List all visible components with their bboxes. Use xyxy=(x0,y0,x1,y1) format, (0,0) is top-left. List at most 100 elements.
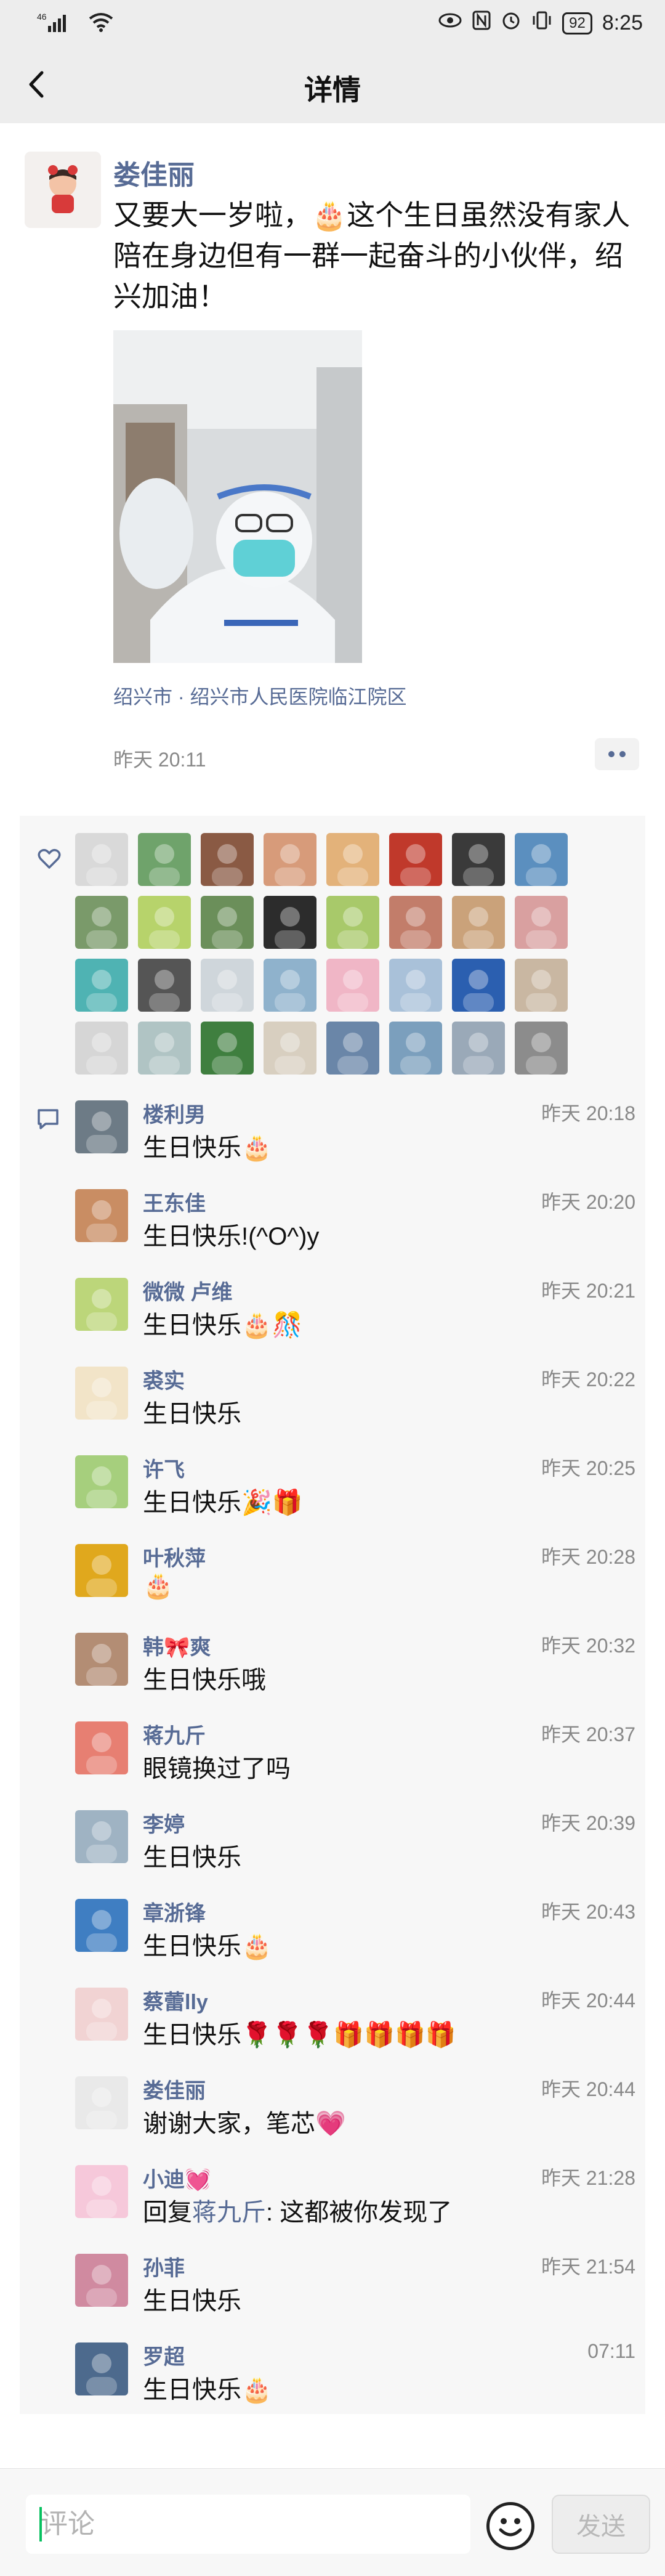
like-avatar[interactable] xyxy=(452,896,505,949)
like-avatar[interactable] xyxy=(515,833,568,886)
comment-item[interactable]: 罗超 07:11 生日快乐🎂 xyxy=(75,2335,635,2424)
comment-item[interactable]: 孙菲 昨天 21:54 生日快乐 xyxy=(75,2246,635,2335)
commenter-name[interactable]: 娄佳丽 xyxy=(143,2074,206,2104)
svg-text:46: 46 xyxy=(37,12,47,22)
like-avatar[interactable] xyxy=(389,1022,442,1075)
commenter-name[interactable]: 小迪💓 xyxy=(143,2163,211,2193)
commenter-name[interactable]: 韩🎀爽 xyxy=(143,1630,211,1660)
comment-item[interactable]: 裘实 昨天 20:22 生日快乐 xyxy=(75,1359,635,1448)
like-avatar[interactable] xyxy=(201,959,254,1012)
like-avatar[interactable] xyxy=(201,896,254,949)
like-avatar[interactable] xyxy=(75,1022,128,1075)
commenter-avatar[interactable] xyxy=(75,1810,128,1863)
comment-item[interactable]: 李婷 昨天 20:39 生日快乐 xyxy=(75,1803,635,1891)
commenter-avatar[interactable] xyxy=(75,2342,128,2395)
like-avatar[interactable] xyxy=(389,833,442,886)
comment-item[interactable]: 王东佳 昨天 20:20 生日快乐!(^O^)y xyxy=(75,1182,635,1270)
comment-item[interactable]: 楼利男 昨天 20:18 生日快乐🎂 xyxy=(75,1093,635,1182)
send-button[interactable]: 发送 xyxy=(552,2495,650,2554)
like-avatar[interactable] xyxy=(264,896,316,949)
comment-item[interactable]: 章浙锋 昨天 20:43 生日快乐🎂 xyxy=(75,1891,635,1980)
commenter-avatar[interactable] xyxy=(75,1633,128,1686)
like-avatar[interactable] xyxy=(201,833,254,886)
commenter-avatar[interactable] xyxy=(75,1189,128,1242)
commenter-name[interactable]: 楼利男 xyxy=(143,1098,206,1128)
signal-icon: 46 xyxy=(37,11,80,38)
commenter-avatar[interactable] xyxy=(75,1367,128,1420)
like-avatar[interactable] xyxy=(264,1022,316,1075)
comment-item[interactable]: 许飞 昨天 20:25 生日快乐🎉🎁 xyxy=(75,1448,635,1537)
comment-item[interactable]: 韩🎀爽 昨天 20:32 生日快乐哦 xyxy=(75,1625,635,1714)
like-avatar[interactable] xyxy=(515,1022,568,1075)
post-author-name[interactable]: 娄佳丽 xyxy=(113,153,195,192)
post-location[interactable]: 绍兴市 · 绍兴市人民医院临江院区 xyxy=(113,681,406,710)
comment-icon xyxy=(36,1107,60,1131)
commenter-avatar[interactable] xyxy=(75,1721,128,1774)
post-photo[interactable] xyxy=(113,330,362,663)
like-avatar[interactable] xyxy=(452,833,505,886)
commenter-name[interactable]: 蒋九斤 xyxy=(143,1719,206,1749)
commenter-avatar[interactable] xyxy=(75,2076,128,2129)
like-avatar[interactable] xyxy=(452,1022,505,1075)
like-avatar[interactable] xyxy=(326,896,379,949)
commenter-name[interactable]: 裘实 xyxy=(143,1364,185,1394)
commenter-name[interactable]: 许飞 xyxy=(143,1453,185,1483)
comment-item[interactable]: 微微 卢维 昨天 20:21 生日快乐🎂🎊 xyxy=(75,1270,635,1359)
like-avatar[interactable] xyxy=(452,959,505,1012)
comment-item[interactable]: 叶秋萍 昨天 20:28 🎂 xyxy=(75,1537,635,1625)
like-avatar[interactable] xyxy=(515,896,568,949)
alarm-icon xyxy=(501,10,522,36)
like-avatar[interactable] xyxy=(326,833,379,886)
commenter-avatar[interactable] xyxy=(75,2165,128,2218)
like-avatar[interactable] xyxy=(138,959,191,1012)
commenter-name[interactable]: 孙菲 xyxy=(143,2251,185,2281)
comment-list: 楼利男 昨天 20:18 生日快乐🎂 王东佳 昨天 20:20 生日快乐!(^O… xyxy=(75,1093,635,2424)
like-avatar[interactable] xyxy=(75,896,128,949)
comment-input[interactable] xyxy=(26,2495,470,2554)
comment-time: 昨天 20:21 xyxy=(541,1280,635,1302)
like-avatar[interactable] xyxy=(75,959,128,1012)
commenter-name[interactable]: 微微 卢维 xyxy=(143,1275,232,1306)
like-avatar[interactable] xyxy=(389,896,442,949)
comment-item[interactable]: 蒋九斤 昨天 20:37 眼镜换过了吗 xyxy=(75,1714,635,1803)
commenter-name[interactable]: 叶秋萍 xyxy=(143,1542,206,1572)
commenter-avatar[interactable] xyxy=(75,1455,128,1508)
page-title: 详情 xyxy=(304,74,361,106)
like-avatar[interactable] xyxy=(326,1022,379,1075)
commenter-name[interactable]: 蔡蕾lly xyxy=(143,1985,208,2015)
comment-text: 🎂 xyxy=(143,1572,174,1599)
commenter-name[interactable]: 李婷 xyxy=(143,1808,185,1838)
like-avatar[interactable] xyxy=(326,959,379,1012)
comment-item[interactable]: 娄佳丽 昨天 20:44 谢谢大家，笔芯💗 xyxy=(75,2069,635,2158)
like-avatar[interactable] xyxy=(138,896,191,949)
commenter-avatar[interactable] xyxy=(75,1899,128,1952)
comment-text: 生日快乐 xyxy=(143,1400,241,1428)
comment-time: 昨天 20:44 xyxy=(541,2078,635,2100)
commenter-name[interactable]: 章浙锋 xyxy=(143,1896,206,1927)
commenter-name[interactable]: 王东佳 xyxy=(143,1187,206,1217)
comment-item[interactable]: 小迪💓 昨天 21:28 回复蒋九斤: 这都被你发现了 xyxy=(75,2158,635,2246)
commenter-avatar[interactable] xyxy=(75,1544,128,1597)
commenter-avatar[interactable] xyxy=(75,1988,128,2041)
like-avatar[interactable] xyxy=(201,1022,254,1075)
reply-target-name[interactable]: 蒋九斤 xyxy=(192,2199,266,2226)
commenter-avatar[interactable] xyxy=(75,2254,128,2307)
like-avatar[interactable] xyxy=(75,833,128,886)
commenter-avatar[interactable] xyxy=(75,1278,128,1331)
comment-text: 生日快乐🎂 xyxy=(143,1933,272,1960)
reply-word: 回复 xyxy=(143,2199,192,2226)
like-avatar[interactable] xyxy=(138,833,191,886)
like-avatar[interactable] xyxy=(264,833,316,886)
comment-item[interactable]: 蔡蕾lly 昨天 20:44 生日快乐🌹🌹🌹🎁🎁🎁🎁 xyxy=(75,1980,635,2069)
comment-text: 生日快乐!(^O^)y xyxy=(143,1223,320,1250)
like-avatar[interactable] xyxy=(515,959,568,1012)
emoji-button[interactable] xyxy=(486,2502,534,2550)
more-actions-button[interactable] xyxy=(595,738,639,770)
comment-time: 昨天 20:37 xyxy=(541,1723,635,1745)
post-author-avatar[interactable] xyxy=(25,152,101,228)
like-avatar[interactable] xyxy=(264,959,316,1012)
commenter-name[interactable]: 罗超 xyxy=(143,2340,185,2370)
commenter-avatar[interactable] xyxy=(75,1100,128,1153)
like-avatar[interactable] xyxy=(138,1022,191,1075)
like-avatar[interactable] xyxy=(389,959,442,1012)
